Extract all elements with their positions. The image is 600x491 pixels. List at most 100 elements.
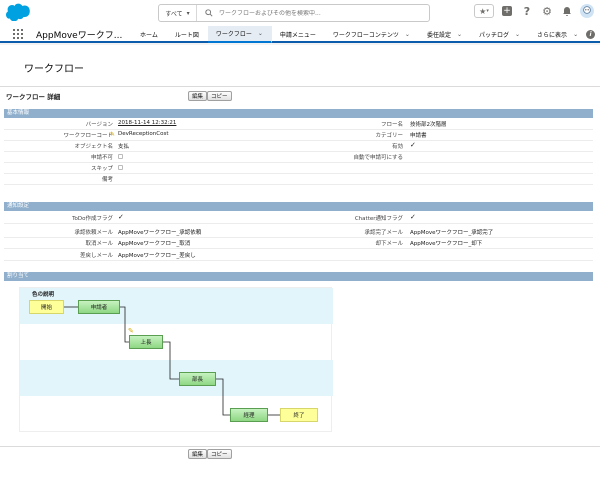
tab-label: パッチログ (479, 32, 510, 39)
tab-label: ホーム (140, 32, 158, 39)
detail-row: 取消メール AppMoveワークフロー_取消 却下メール AppMoveワークフ… (4, 239, 593, 249)
detail-row: バージョン 2018-11-14 12:32:21 フロー名 技術部2次階層 (4, 120, 593, 130)
tab-batch-log[interactable]: パッチログ ⌄ (471, 26, 529, 43)
tab-delegation[interactable]: 委任設定 ⌄ (419, 26, 471, 43)
version-value[interactable]: 2018-11-14 12:32:21 (118, 120, 176, 126)
field-label: 差戻しメール (79, 253, 113, 259)
detail-row: ToDo作成フラグ ✓ Chatter通知フラグ ✓ (4, 214, 593, 224)
bottom-button-bar: 編集 コピー (0, 446, 600, 460)
field-label: 承認依頼メール (74, 230, 113, 236)
field-label: ワークフローコード (63, 133, 113, 139)
tab-label: ワークフローコンテンツ (332, 32, 399, 39)
field-value: AppMoveワークフロー_承認依頼 (118, 230, 202, 236)
info-icon[interactable]: i (586, 30, 595, 39)
field-label: カテゴリー (375, 133, 403, 139)
field-value: DevReceptionCost (118, 131, 169, 137)
tab-label: さらに表示 (537, 32, 568, 39)
bell-icon[interactable] (560, 4, 574, 18)
chevron-down-icon[interactable]: ⌄ (258, 30, 263, 37)
section-notification: 通知設定 (4, 202, 593, 211)
checkbox-unchecked (118, 165, 123, 170)
global-search: すべて ▾ (158, 4, 430, 22)
global-actions-plus-icon[interactable]: + (500, 4, 514, 18)
tab-label: 委任設定 (426, 32, 451, 39)
field-label: 却下メール (375, 241, 403, 247)
tab-application-menu[interactable]: 申請メニュー (272, 26, 325, 43)
tab-label: ワークフロー (215, 31, 252, 38)
field-label: 承認完了メール (364, 230, 403, 236)
edit-button-bottom[interactable]: 編集 (188, 449, 208, 459)
detail-row: 差戻しメール AppMoveワークフロー_差戻し (4, 251, 593, 261)
global-header: すべて ▾ ★▾ + ? ⚙ (0, 0, 600, 26)
checkmark-icon: ✓ (118, 213, 124, 221)
checkmark-icon: ✓ (410, 213, 416, 221)
field-label: フロー名 (380, 122, 403, 128)
detail-row: スキップ (4, 164, 593, 174)
tab-workflow[interactable]: ワークフロー ⌄ (207, 26, 272, 43)
search-icon (205, 9, 213, 17)
detail-row: ワークフローコード ✎ DevReceptionCost カテゴリー 申請書 (4, 131, 593, 141)
copy-button-bottom[interactable]: コピー (207, 449, 232, 459)
page-title: ワークフロー (24, 64, 84, 75)
page-header: ワークフロー (0, 45, 600, 87)
tab-route-map[interactable]: ルート図 (167, 26, 208, 43)
field-value: AppMoveワークフロー_却下 (410, 241, 483, 247)
node-end[interactable]: 終了 (280, 408, 318, 422)
chevron-down-icon[interactable]: ⌄ (457, 31, 462, 38)
field-value: 申請書 (410, 133, 427, 139)
detail-title: ワークフロー 詳細 (6, 93, 61, 101)
node-manager[interactable]: 部長 (179, 372, 216, 386)
header-utilities: ★ ▾ + ? ⚙ (474, 4, 594, 18)
tab-home[interactable]: ホーム (132, 26, 167, 43)
node-applicant[interactable]: 申請者 (78, 300, 120, 314)
field-value: AppMoveワークフロー_取消 (118, 241, 191, 247)
field-value: 技術部2次階層 (410, 122, 447, 128)
pencil-icon: ✎ (128, 327, 134, 335)
field-label: 申請不可 (90, 155, 113, 161)
help-icon[interactable]: ? (520, 4, 534, 18)
workflow-route-diagram: 色の説明 開始 申請者 ✎ 上長 部長 経理 終了 (19, 287, 333, 432)
field-label: ToDo作成フラグ (72, 216, 113, 222)
field-label: 取消メール (85, 241, 113, 247)
node-start[interactable]: 開始 (29, 300, 64, 314)
field-label: 有効 (391, 144, 403, 150)
field-label: バージョン (85, 122, 113, 128)
chevron-down-icon: ▾ (186, 9, 190, 17)
app-launcher-icon[interactable] (13, 29, 23, 39)
tab-more[interactable]: さらに表示 ⌄ (529, 26, 587, 43)
checkbox-unchecked (118, 154, 123, 159)
field-label: 備考 (101, 177, 113, 183)
search-scope-select[interactable]: すべて ▾ (159, 5, 197, 21)
field-value: AppMoveワークフロー_差戻し (118, 253, 196, 259)
search-scope-label: すべて (165, 10, 183, 18)
salesforce-logo-icon[interactable] (6, 3, 32, 21)
checkmark-icon: ✓ (410, 141, 416, 149)
nav-tabs: ホーム ルート図 ワークフロー ⌄ 申請メニュー ワークフローコンテンツ ⌄ 委任設… (132, 26, 587, 43)
tab-label: 申請メニュー (279, 32, 316, 39)
field-label: Chatter通知フラグ (354, 216, 403, 222)
detail-row: オブジェクト名 支払 有効 ✓ (4, 142, 593, 152)
node-accounting[interactable]: 経理 (230, 408, 268, 422)
avatar[interactable] (580, 4, 594, 18)
tab-workflow-content[interactable]: ワークフローコンテンツ ⌄ (325, 26, 419, 43)
chevron-down-icon[interactable]: ⌄ (405, 31, 410, 38)
field-value: 支払 (118, 144, 130, 150)
field-value: AppMoveワークフロー_承認完了 (410, 230, 494, 236)
section-assignment: 割り当て (4, 272, 593, 281)
chevron-down-icon[interactable]: ⌄ (573, 31, 578, 38)
detail-row: 承認依頼メール AppMoveワークフロー_承認依頼 承認完了メール AppMo… (4, 228, 593, 238)
search-input[interactable] (219, 9, 419, 17)
edit-button[interactable]: 編集 (188, 91, 208, 101)
page-content: ワークフロー ワークフロー 詳細 編集 コピー 基本情報 バージョン 2018-… (0, 45, 600, 491)
copy-button[interactable]: コピー (207, 91, 232, 101)
favorites-star-icon[interactable]: ★ ▾ (474, 4, 494, 18)
gear-icon[interactable]: ⚙ (540, 4, 554, 18)
section-basic-info: 基本情報 (4, 109, 593, 118)
field-label: 自動で申請可にする (353, 155, 403, 161)
field-label: オブジェクト名 (74, 144, 113, 150)
chevron-down-icon[interactable]: ⌄ (515, 31, 520, 38)
detail-row: 申請不可 自動で申請可にする (4, 153, 593, 163)
node-boss[interactable]: 上長 (129, 335, 163, 349)
detail-header: ワークフロー 詳細 編集 コピー (0, 87, 600, 105)
pencil-icon: ✎ (110, 131, 116, 138)
